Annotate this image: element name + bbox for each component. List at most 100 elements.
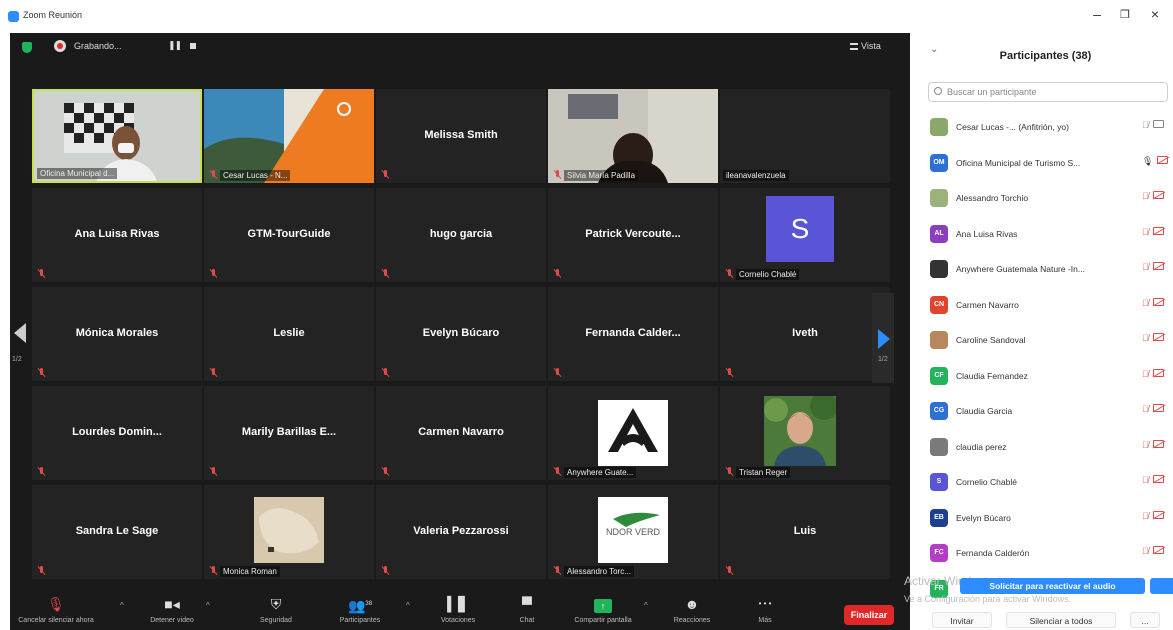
muted-mic-icon[interactable]: 🎙̸: [1142, 369, 1149, 379]
video-off-icon[interactable]: [1152, 191, 1164, 199]
participant-row[interactable]: CN Carmen Navarro 🎙̸: [918, 288, 1173, 324]
security-button[interactable]: ⛨ Seguridad: [246, 595, 306, 624]
reactions-button[interactable]: ☻ Reacciones: [660, 595, 724, 624]
end-meeting-button[interactable]: Finalizar: [844, 605, 894, 625]
video-tile[interactable]: Anywhere Guate...: [548, 386, 718, 480]
video-tile[interactable]: Patrick Vercoute...: [548, 188, 718, 282]
video-tile[interactable]: Evelyn Búcaro: [376, 287, 546, 381]
muted-mic-icon[interactable]: 🎙̸: [1142, 298, 1149, 308]
participant-row[interactable]: CG Claudia Garcia 🎙̸: [918, 394, 1173, 430]
video-tile[interactable]: Cesar Lucas - N...: [204, 89, 374, 183]
video-off-icon[interactable]: [1157, 155, 1169, 164]
participant-row[interactable]: CF Claudia Fernandez 🎙̸: [918, 359, 1173, 395]
stop-recording-button[interactable]: [190, 43, 196, 49]
video-tile[interactable]: Silvia María Padilla: [548, 89, 718, 183]
participant-status-icons: 🎙̸: [1142, 226, 1164, 237]
video-tile[interactable]: hugo garcia: [376, 188, 546, 282]
video-tile[interactable]: S Cornelio Chablé: [720, 188, 890, 282]
invite-button[interactable]: Invitar: [932, 612, 992, 628]
participant-row[interactable]: FC Fernanda Calderón 🎙̸: [918, 536, 1173, 572]
video-tile[interactable]: NDOR VERD Alessandro Torc...: [548, 485, 718, 579]
muted-mic-icon[interactable]: 🎙̸: [1142, 191, 1149, 201]
video-options-caret[interactable]: ^: [206, 601, 210, 610]
next-page-button[interactable]: 1/2: [872, 293, 894, 383]
participant-row[interactable]: S Cornelio Chablé 🎙̸: [918, 465, 1173, 501]
video-tile[interactable]: Carmen Navarro: [376, 386, 546, 480]
share-options-caret[interactable]: ^: [644, 601, 648, 610]
participant-row[interactable]: Alessandro Torchio 🎙̸: [918, 181, 1173, 217]
previous-page-button[interactable]: 1/2: [10, 293, 30, 383]
participants-button[interactable]: 👥38 Participantes: [325, 595, 395, 624]
muted-mic-icon[interactable]: 🎙̸: [1142, 333, 1149, 343]
mic-on-icon[interactable]: 🎙: [1142, 156, 1153, 166]
video-tile[interactable]: Iveth: [720, 287, 890, 381]
video-tile[interactable]: Leslie: [204, 287, 374, 381]
unmute-button[interactable]: 🎙 Cancelar silenciar ahora: [10, 595, 102, 624]
minimize-icon[interactable]: –: [1087, 6, 1107, 22]
muted-mic-icon[interactable]: 🎙̸: [1142, 546, 1149, 556]
participant-row[interactable]: Cesar Lucas -... (Anfitrión, yo) 🎙̸: [918, 110, 1173, 146]
video-off-icon[interactable]: [1152, 475, 1164, 483]
search-participant-input[interactable]: Buscar un participante: [928, 82, 1168, 102]
video-off-icon[interactable]: [1152, 510, 1164, 519]
video-off-icon[interactable]: [1152, 262, 1164, 270]
more-button[interactable]: • • • Más: [745, 595, 785, 624]
video-tile[interactable]: Oficina Municipal d...: [32, 89, 202, 183]
pause-recording-button[interactable]: ❚❚: [168, 40, 182, 51]
video-tile[interactable]: Monica Roman: [204, 485, 374, 579]
video-grid: Oficina Municipal d... Cesar Lucas - N..…: [32, 89, 890, 582]
video-tile[interactable]: Lourdes Domin...: [32, 386, 202, 480]
audio-options-caret[interactable]: ^: [120, 601, 124, 610]
video-tile[interactable]: ileanavalenzuela: [720, 89, 890, 183]
video-off-icon[interactable]: [1152, 404, 1164, 412]
muted-mic-icon[interactable]: 🎙̸: [1142, 262, 1149, 272]
video-tile[interactable]: Mónica Morales: [32, 287, 202, 381]
muted-mic-icon[interactable]: 🎙̸: [1142, 120, 1149, 130]
video-off-icon[interactable]: [1152, 226, 1164, 235]
muted-mic-icon[interactable]: 🎙̸: [1142, 404, 1149, 414]
request-unmute-button[interactable]: Solicitar para reactivar el audio: [960, 578, 1145, 594]
video-tile[interactable]: Marily Barillas E...: [204, 386, 374, 480]
participant-row[interactable]: Caroline Sandoval 🎙̸: [918, 323, 1173, 359]
video-off-icon[interactable]: [1152, 333, 1164, 341]
video-off-icon[interactable]: [1152, 120, 1164, 128]
video-tile[interactable]: Melissa Smith: [376, 89, 546, 183]
video-tile[interactable]: Tristan Reger: [720, 386, 890, 480]
polls-button[interactable]: ▍▋ Votaciones: [428, 595, 488, 624]
stop-video-button[interactable]: ■◂ Detener video: [134, 595, 210, 624]
participant-row[interactable]: Anywhere Guatemala Nature -In... 🎙̸: [918, 252, 1173, 288]
view-button[interactable]: Vista: [850, 41, 881, 51]
panel-more-button[interactable]: ...: [1130, 612, 1160, 628]
participant-row[interactable]: EB Evelyn Búcaro 🎙̸: [918, 501, 1173, 537]
video-tile[interactable]: Sandra Le Sage: [32, 485, 202, 579]
share-screen-button[interactable]: ↑ Compartir pantalla: [562, 595, 644, 624]
muted-mic-icon[interactable]: 🎙̸: [1142, 475, 1149, 485]
video-off-icon[interactable]: [1152, 439, 1164, 448]
video-off-icon[interactable]: [1152, 368, 1164, 377]
video-tile[interactable]: Fernanda Calder...: [548, 287, 718, 381]
meeting-toolbar: 🎙 Cancelar silenciar ahora ^ ■◂ Detener …: [10, 591, 910, 630]
participant-row[interactable]: claudia perez 🎙̸: [918, 430, 1173, 466]
participant-name: Luis: [793, 525, 817, 537]
chat-button[interactable]: ▀ Chat: [502, 595, 552, 624]
participant-row[interactable]: AL Ana Luisa Rivas 🎙̸: [918, 217, 1173, 253]
video-tile[interactable]: Ana Luisa Rivas: [32, 188, 202, 282]
participant-name: Fernanda Calder...: [585, 327, 681, 339]
close-icon[interactable]: ×: [1145, 6, 1165, 22]
video-off-icon[interactable]: [1152, 297, 1164, 306]
muted-mic-icon: [209, 467, 218, 476]
mute-all-button[interactable]: Silenciar a todos: [1006, 612, 1116, 628]
participant-row[interactable]: OM Oficina Municipal de Turismo S... 🎙: [918, 146, 1173, 182]
muted-mic-icon[interactable]: 🎙̸: [1142, 440, 1149, 450]
shield-icon[interactable]: [22, 42, 32, 53]
muted-mic-icon[interactable]: 🎙̸: [1142, 227, 1149, 237]
video-tile[interactable]: Valeria Pezzarossi: [376, 485, 546, 579]
muted-mic-icon[interactable]: 🎙̸: [1142, 511, 1149, 521]
avatar: AL: [930, 224, 948, 243]
maximize-icon[interactable]: ❐: [1115, 8, 1135, 21]
video-tile[interactable]: GTM-TourGuide: [204, 188, 374, 282]
request-unmute-more-button[interactable]: [1150, 578, 1173, 594]
participants-options-caret[interactable]: ^: [406, 601, 410, 610]
video-off-icon[interactable]: [1152, 546, 1164, 554]
video-tile[interactable]: Luis: [720, 485, 890, 579]
